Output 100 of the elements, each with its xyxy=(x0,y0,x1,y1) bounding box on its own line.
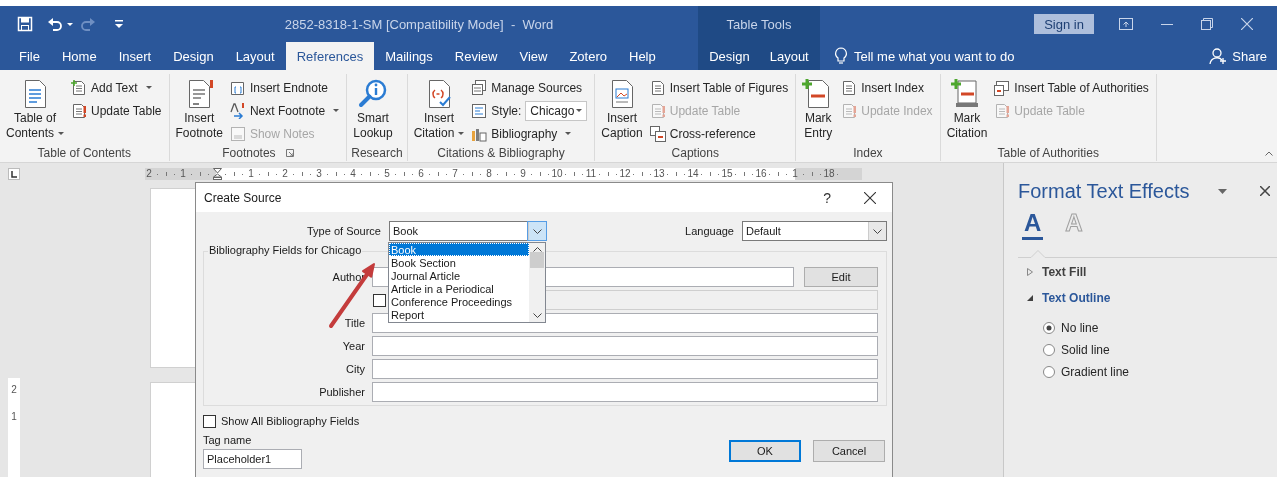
ribbon-button[interactable]: Insert Table of Figures xyxy=(646,76,792,99)
pane-title: Format Text Effects xyxy=(1018,179,1191,203)
ribbon-button[interactable]: Bibliography xyxy=(468,122,591,145)
ribbon-button[interactable]: Insert Caption xyxy=(599,76,645,141)
scroll-thumb[interactable] xyxy=(530,252,544,268)
ribbon-tab[interactable]: Mailings xyxy=(374,42,444,70)
cancel-button[interactable]: Cancel xyxy=(813,440,885,462)
ruler-number: 2 xyxy=(146,168,152,180)
ribbon-tab[interactable]: Review xyxy=(443,42,509,70)
ribbon-button[interactable]: Cross-reference xyxy=(646,122,792,145)
scrollbar[interactable] xyxy=(529,243,545,322)
ruler-number: 4 xyxy=(350,168,356,180)
annotation-arrow xyxy=(329,263,375,328)
dropdown-option[interactable]: Book Section xyxy=(389,256,529,269)
ribbon-button[interactable]: Insert Footnote xyxy=(173,76,225,141)
radio-label: Solid line xyxy=(1061,343,1110,357)
sign-in-button[interactable]: Sign in xyxy=(1034,14,1094,34)
source-type-dropdown[interactable]: Book xyxy=(389,221,547,241)
ribbon-button[interactable]: Table of Contents xyxy=(4,76,67,141)
tab-selector-icon[interactable] xyxy=(8,168,20,180)
group-label: Table of Authorities xyxy=(997,146,1099,160)
ribbon-button[interactable]: Mark Citation xyxy=(944,76,990,141)
ribbon-tab[interactable]: Design xyxy=(699,42,760,70)
ribbon-tab[interactable]: File xyxy=(8,42,51,70)
group-label: Citations & Bibliography xyxy=(437,146,565,160)
dropdown-caret-icon[interactable] xyxy=(1218,188,1227,194)
endnote-icon xyxy=(229,79,246,96)
ribbon-button[interactable]: Next Footnote xyxy=(226,99,343,122)
dropdown-option[interactable]: Book xyxy=(389,243,529,256)
close-icon[interactable] xyxy=(1260,186,1270,196)
ribbon-tab[interactable]: Zotero xyxy=(558,42,618,70)
caret-icon[interactable] xyxy=(67,22,73,26)
ok-button[interactable]: OK xyxy=(729,440,801,462)
radio-button[interactable] xyxy=(1043,322,1055,334)
restore-icon[interactable] xyxy=(1201,18,1213,30)
ribbon-tab[interactable]: Design xyxy=(162,42,225,70)
ribbon-tab[interactable]: Home xyxy=(50,42,108,70)
text-field[interactable] xyxy=(372,359,878,379)
ruler-number: 3 xyxy=(316,168,322,180)
ribbon-button[interactable]: Manage Sources xyxy=(468,76,591,99)
radio-label: Gradient line xyxy=(1061,365,1130,379)
style-dropdown[interactable]: Chicago xyxy=(525,100,588,121)
ribbon-button[interactable]: Add Text xyxy=(68,76,165,99)
ruler-number: 8 xyxy=(486,168,492,180)
radio-button[interactable] xyxy=(1043,344,1055,356)
undo-icon[interactable] xyxy=(47,16,63,32)
customize-toolbar-icon[interactable] xyxy=(115,20,123,28)
ribbon-button[interactable]: Update Table xyxy=(68,99,165,122)
combo-label: Style: xyxy=(491,103,522,118)
person-add-icon xyxy=(1209,47,1228,65)
dropdown-option[interactable]: Article in a Periodical xyxy=(389,282,529,295)
ribbon-tab[interactable]: References xyxy=(285,42,375,70)
format-tab[interactable]: A xyxy=(1022,208,1044,240)
expanded-triangle-icon xyxy=(1026,294,1034,302)
ribbon-tab[interactable]: Insert xyxy=(107,42,163,70)
ribbon-options-icon[interactable] xyxy=(1119,18,1133,30)
chevron-up-icon[interactable] xyxy=(532,247,542,252)
ruler-number: 1 xyxy=(248,168,254,180)
group-label: Captions xyxy=(671,146,719,160)
text-field[interactable] xyxy=(372,336,878,356)
field-label: Author xyxy=(331,271,365,283)
dropdown-option[interactable]: Journal Article xyxy=(389,269,529,282)
window-title: 2852-8318-1-SM [Compatibility Mode] - Word xyxy=(283,16,555,32)
collapse-ribbon-icon[interactable] xyxy=(1265,151,1273,156)
language-dropdown[interactable]: Default xyxy=(742,221,887,241)
section-header[interactable]: Text Outline xyxy=(1026,285,1111,311)
chevron-down-icon[interactable] xyxy=(532,313,542,318)
radio-button[interactable] xyxy=(1043,366,1055,378)
ruler-number: 2 xyxy=(11,384,17,395)
ribbon-tab[interactable]: Layout xyxy=(224,42,286,70)
ribbon-button[interactable]: Insert Index xyxy=(838,76,936,99)
close-icon[interactable] xyxy=(864,191,876,204)
ribbon-tab[interactable]: View xyxy=(508,42,559,70)
tell-me-search[interactable]: Tell me what you want to do xyxy=(834,42,1015,70)
ruler-number: 5 xyxy=(384,168,390,180)
ruler-number: 1 xyxy=(11,411,17,422)
text-field[interactable] xyxy=(372,382,878,402)
ribbon-button[interactable]: Insert Table of Authorities xyxy=(991,76,1152,99)
help-button[interactable]: ? xyxy=(819,189,835,206)
ribbon-tab[interactable]: Help xyxy=(618,42,667,70)
dialog-launcher-icon[interactable] xyxy=(285,149,294,157)
section-header[interactable]: Text Fill xyxy=(1026,259,1087,285)
checkbox[interactable] xyxy=(203,414,216,428)
ribbon-button[interactable]: Insert Endnote xyxy=(226,76,343,99)
dropdown-option[interactable]: Conference Proceedings xyxy=(389,295,529,308)
ribbon-button[interactable]: Smart Lookup xyxy=(351,76,395,141)
share-button[interactable]: Share xyxy=(1209,42,1267,70)
ruler-number: 1 xyxy=(792,168,798,180)
tag-name-field[interactable]: Placeholder1 xyxy=(203,449,302,469)
edit-button[interactable]: Edit xyxy=(804,267,878,287)
ruler-number: 18 xyxy=(823,168,835,180)
context-label: Table Tools xyxy=(725,16,793,32)
save-icon[interactable] xyxy=(17,16,33,32)
ribbon-button[interactable]: Mark Entry xyxy=(800,76,837,141)
ribbon-button[interactable]: Insert Citation xyxy=(411,76,467,141)
add-text-icon xyxy=(71,79,88,96)
ribbon-tab[interactable]: Layout xyxy=(759,42,819,70)
indent-marker-icon[interactable] xyxy=(212,168,222,180)
chevron-down-icon xyxy=(873,228,882,234)
dropdown-option[interactable]: Report xyxy=(389,308,529,321)
